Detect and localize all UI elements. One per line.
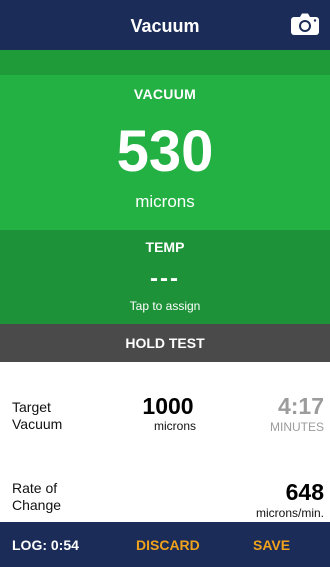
vacuum-unit: microns bbox=[135, 192, 195, 211]
vacuum-label: VACUUM bbox=[133, 86, 197, 102]
timer-unit: MINUTES bbox=[270, 420, 324, 434]
rate-of-change-unit: microns/min. bbox=[255, 506, 324, 520]
page-title: Vacuum bbox=[130, 16, 200, 36]
temp-panel[interactable]: TEMP --- Tap to assign bbox=[0, 230, 330, 324]
target-vacuum-label: Target Vacuum bbox=[12, 399, 62, 433]
vacuum-panel: VACUUM 530 microns bbox=[0, 75, 330, 230]
rate-label-line2: Change bbox=[12, 497, 62, 513]
save-button[interactable]: SAVE bbox=[253, 522, 290, 567]
rate-of-change-value: 648 bbox=[285, 479, 324, 505]
hold-test-button[interactable]: HOLD TEST bbox=[0, 324, 330, 362]
status-strip bbox=[0, 50, 330, 75]
target-vacuum-value[interactable]: 1000 bbox=[128, 393, 208, 420]
vacuum-value: 530 bbox=[116, 119, 214, 184]
camera-icon[interactable] bbox=[290, 12, 320, 36]
timer-value: 4:17 bbox=[277, 393, 324, 419]
vacuum-screen: Vacuum VACUUM 530 microns TEMP --- Tap t… bbox=[0, 0, 330, 567]
target-label-line2: Vacuum bbox=[12, 416, 63, 432]
temp-label: TEMP bbox=[145, 239, 185, 255]
target-label-line1: Target bbox=[12, 399, 51, 415]
footer-bar: LOG: 0:54 DISCARD SAVE bbox=[0, 522, 330, 567]
temp-value: --- bbox=[150, 265, 180, 292]
rate-label-line1: Rate of bbox=[12, 480, 58, 496]
log-timer: LOG: 0:54 bbox=[12, 537, 79, 553]
rate-of-change-label: Rate of Change bbox=[12, 480, 61, 514]
header-bar: Vacuum bbox=[0, 0, 330, 50]
temp-assign-hint: Tap to assign bbox=[129, 299, 201, 313]
discard-button[interactable]: DISCARD bbox=[136, 522, 200, 567]
